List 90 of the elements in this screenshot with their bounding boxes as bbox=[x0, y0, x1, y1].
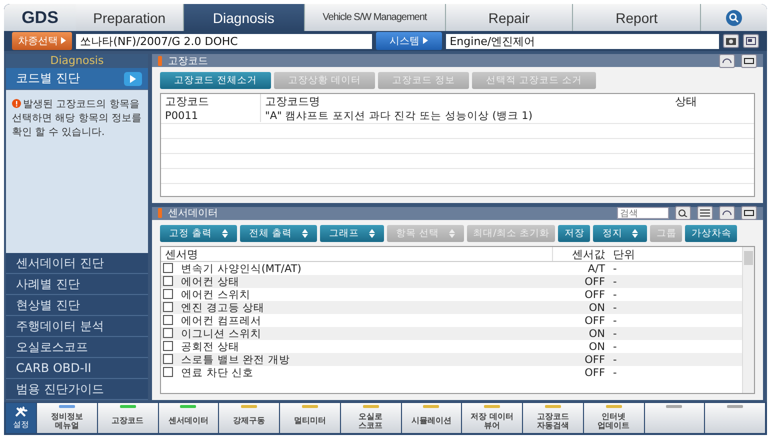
table-cell-text: 에어컨 컴프레서 bbox=[180, 314, 262, 327]
checkbox[interactable] bbox=[163, 367, 173, 378]
gds-logo: GDS bbox=[4, 4, 76, 31]
table-cell-text: - bbox=[612, 288, 618, 301]
top-tab[interactable]: Diagnosis bbox=[184, 4, 305, 31]
search-button[interactable] bbox=[701, 4, 767, 31]
checkbox[interactable] bbox=[163, 341, 173, 352]
search-field[interactable]: 검색 bbox=[617, 207, 669, 220]
checkbox[interactable] bbox=[163, 328, 173, 338]
system-button[interactable]: 시스템 bbox=[376, 32, 442, 50]
table-cell-text: - bbox=[612, 366, 618, 379]
maximize-icon[interactable] bbox=[741, 206, 757, 220]
search-icon[interactable] bbox=[675, 206, 691, 220]
checkbox[interactable] bbox=[163, 289, 173, 300]
table-cell-text: 이그니션 스위치 bbox=[180, 326, 262, 340]
settings-button[interactable]: 설정 bbox=[6, 403, 36, 433]
column-header: 단위 bbox=[612, 246, 636, 261]
arrow-icon bbox=[61, 37, 66, 44]
table-cell-text: - bbox=[612, 326, 618, 340]
table-cell-text: - bbox=[612, 314, 618, 327]
table-cell-text: 공회전 상태 bbox=[180, 340, 240, 353]
action-button[interactable]: 전체 출력 bbox=[240, 224, 318, 242]
bottom-tab[interactable]: 센서데이터 bbox=[158, 403, 218, 433]
table-cell-text: 스로틀 밸브 완전 개방 bbox=[180, 352, 292, 366]
play-icon bbox=[124, 72, 142, 86]
bottom-tab[interactable]: 고장코드 자동검색 bbox=[523, 403, 583, 433]
window-icon[interactable] bbox=[743, 34, 759, 48]
action-button[interactable]: 저장 bbox=[558, 224, 590, 242]
bottom-tab[interactable]: 고장코드 bbox=[98, 403, 158, 433]
search-icon bbox=[725, 8, 744, 26]
bottom-tab[interactable]: 멀티미터 bbox=[280, 403, 340, 433]
tools-icon bbox=[14, 406, 28, 418]
top-tab[interactable]: Vehicle S/W Management bbox=[304, 4, 446, 31]
bottom-tab[interactable]: 시뮬레이션 bbox=[402, 403, 462, 433]
scrollbar[interactable] bbox=[742, 246, 754, 393]
checkbox[interactable] bbox=[163, 302, 173, 312]
table-cell-text: A/T bbox=[586, 262, 606, 275]
checkbox[interactable] bbox=[163, 315, 173, 326]
table-cell-text: 에어컨 스위치 bbox=[180, 288, 252, 301]
action-button[interactable]: 그래프 bbox=[320, 224, 384, 242]
table-cell-text: OFF bbox=[584, 352, 606, 366]
warning-icon bbox=[12, 99, 21, 108]
table-cell-text: 에어컨 상태 bbox=[180, 274, 240, 288]
action-button[interactable]: 정지 bbox=[593, 224, 648, 242]
bottom-tab[interactable]: 저장 데이터 뷰어 bbox=[462, 403, 522, 433]
table-cell-text: - bbox=[612, 300, 618, 314]
top-tab[interactable]: Preparation bbox=[76, 4, 184, 31]
list-icon[interactable] bbox=[697, 206, 713, 220]
table-cell-text: "A" 캠샤프트 포지션 과다 진각 또는 성능이상 (뱅크 1) bbox=[264, 109, 534, 122]
table-cell-text: 엔진 경고등 상태 bbox=[180, 300, 266, 314]
sidebar-item[interactable]: 코드별 진단 bbox=[6, 68, 148, 90]
top-tab[interactable]: Report bbox=[573, 4, 702, 31]
bottom-tab[interactable]: 강제구동 bbox=[219, 403, 279, 433]
bottom-tab[interactable]: 인터넷 업데이트 bbox=[584, 403, 644, 433]
info-text: 발생된 고장코드의 항목을 선택하면 해당 항목의 정보를 확인 할 수 있습니다. bbox=[6, 90, 148, 253]
panel-title: 센서데이터 bbox=[168, 207, 219, 220]
action-button[interactable]: 고장코드 전체소거 bbox=[160, 72, 272, 89]
table-cell-text: OFF bbox=[584, 314, 606, 327]
checkbox[interactable] bbox=[163, 354, 173, 364]
column-header: 고장코드명 bbox=[264, 94, 321, 109]
table-cell: P0011 bbox=[161, 109, 261, 122]
table-cell-text: 연료 차단 신호 bbox=[180, 366, 255, 379]
checkbox[interactable] bbox=[163, 263, 173, 274]
bottom-tab[interactable]: 오실로 스코프 bbox=[340, 403, 400, 433]
table-cell-text: - bbox=[612, 262, 618, 275]
table-cell-text: ON bbox=[588, 340, 606, 353]
table-cell-text: ON bbox=[588, 300, 606, 314]
column-header: 상태 bbox=[674, 94, 698, 109]
table-cell-text: 변속기 사양인식(MT/AT) bbox=[180, 262, 302, 275]
top-tab[interactable]: Repair bbox=[446, 4, 574, 31]
checkbox[interactable] bbox=[163, 276, 173, 286]
action-button[interactable]: 가상차속 bbox=[685, 224, 738, 242]
table-cell-text: - bbox=[612, 340, 618, 353]
maximize-icon[interactable] bbox=[741, 54, 757, 68]
table-cell-text: - bbox=[612, 352, 618, 366]
camera-icon[interactable] bbox=[723, 34, 739, 48]
action-button[interactable]: 고정 출력 bbox=[160, 224, 238, 242]
table-cell-text: ON bbox=[588, 326, 606, 340]
table-cell-text: - bbox=[612, 274, 618, 288]
table-cell-text: OFF bbox=[584, 288, 606, 301]
system-field[interactable]: Engine/엔진제어 bbox=[446, 34, 719, 48]
column-header: 센서명 bbox=[161, 246, 553, 261]
sidebar-title: Diagnosis bbox=[6, 54, 148, 68]
column-header: 센서값 bbox=[571, 246, 606, 261]
vehicle-field[interactable]: 쏘나타(NF)/2007/G 2.0 DOHC bbox=[76, 34, 372, 48]
arrow-icon bbox=[422, 37, 428, 44]
table-cell-text: OFF bbox=[584, 366, 606, 379]
table-cell-text: OFF bbox=[584, 274, 606, 288]
panel-title: 고장코드 bbox=[168, 54, 209, 68]
bottom-tab[interactable]: 정비정보 메뉴얼 bbox=[37, 403, 97, 433]
